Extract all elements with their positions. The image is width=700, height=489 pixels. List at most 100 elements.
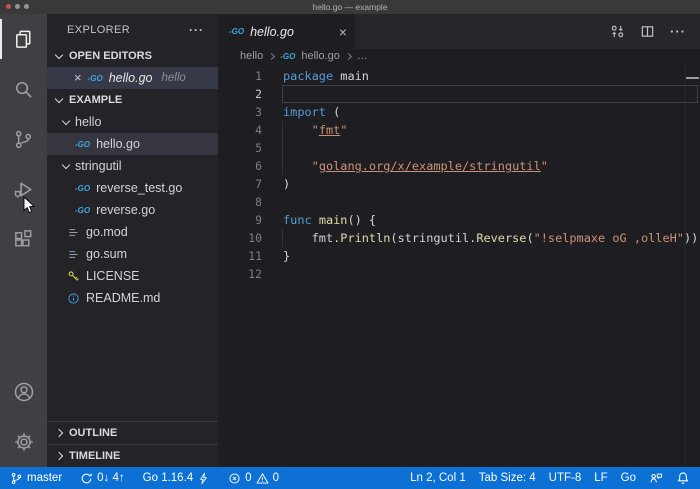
line-number[interactable]: 8 xyxy=(218,193,262,211)
tree-item-label: hello.go xyxy=(96,137,140,151)
line-number[interactable]: 3 xyxy=(218,103,262,121)
status-eol[interactable]: LF xyxy=(594,472,607,484)
tab-label: hello.go xyxy=(250,24,294,39)
close-window-button[interactable] xyxy=(6,4,11,9)
status-branch-indicator[interactable]: master xyxy=(10,472,62,485)
code-line-12[interactable]: 12 xyxy=(218,265,700,283)
line-number[interactable]: 9 xyxy=(218,211,262,229)
breadcrumb-file[interactable]: hello.go xyxy=(301,50,340,62)
code-line-10[interactable]: 10 fmt.Println(stringutil.Reverse("!selp… xyxy=(218,229,700,247)
example-section-header[interactable]: EXAMPLE xyxy=(47,89,218,111)
sync-icon xyxy=(80,472,93,485)
code-line-9[interactable]: 9 func main() { xyxy=(218,211,700,229)
chevron-right-icon xyxy=(344,52,352,61)
outline-label: OUTLINE xyxy=(69,427,118,439)
line-number[interactable]: 7 xyxy=(218,175,262,193)
open-editor-hello-go[interactable]: × -GO hello.go hello xyxy=(47,67,218,89)
tree-item-label: README.md xyxy=(86,291,161,305)
status-text: Tab Size: 4 xyxy=(478,472,536,484)
tree-item-folder-hello[interactable]: hello xyxy=(47,111,218,133)
status-problems[interactable]: 00 xyxy=(228,472,279,485)
line-number[interactable]: 1 xyxy=(218,67,262,85)
timeline-section-header[interactable]: TIMELINE xyxy=(47,444,218,467)
activity-source-control[interactable] xyxy=(0,114,47,164)
status-cursor-position[interactable]: Ln 2, Col 1 xyxy=(410,472,466,484)
line-number[interactable]: 2 xyxy=(218,85,262,103)
go-file-icon: -GO xyxy=(87,73,103,83)
status-sync-changes[interactable]: 0↓ 4↑ xyxy=(80,472,125,485)
outline-section-header[interactable]: OUTLINE xyxy=(47,421,218,444)
status-tab-size[interactable]: Tab Size: 4 xyxy=(479,472,536,484)
code-line-11[interactable]: 11} xyxy=(218,247,700,265)
tree-item-file-hello-go[interactable]: -GO hello.go xyxy=(47,133,218,155)
tree-item-folder-stringutil[interactable]: stringutil xyxy=(47,155,218,177)
chevron-right-icon xyxy=(54,451,64,461)
code-line-2[interactable]: 2 xyxy=(218,85,700,103)
line-number[interactable]: 6 xyxy=(218,157,262,175)
activity-bar xyxy=(0,14,47,467)
status-language-mode[interactable]: Go xyxy=(621,472,636,484)
split-editor-button[interactable] xyxy=(640,24,655,39)
status-encoding[interactable]: UTF-8 xyxy=(549,472,582,484)
activity-run-debug[interactable] xyxy=(0,164,47,214)
code-line-8[interactable]: 8 xyxy=(218,193,700,211)
open-editors-section-header[interactable]: OPEN EDITORS xyxy=(47,45,218,67)
tree-item-file-license[interactable]: LICENSE xyxy=(47,265,218,287)
activity-search[interactable] xyxy=(0,64,47,114)
breadcrumb-symbol[interactable]: … xyxy=(357,50,368,62)
tree-item-file-go-sum[interactable]: go.sum xyxy=(47,243,218,265)
open-changes-button[interactable] xyxy=(610,24,625,39)
explorer-more-actions-icon[interactable]: ··· xyxy=(189,23,204,37)
line-number[interactable]: 4 xyxy=(218,121,262,139)
close-icon[interactable]: × xyxy=(339,25,347,39)
line-number[interactable]: 12 xyxy=(218,265,262,283)
activity-extensions[interactable] xyxy=(0,214,47,264)
zoom-window-button[interactable] xyxy=(24,4,29,9)
bell-icon xyxy=(676,471,690,485)
readme-info-icon xyxy=(67,292,80,305)
code-line-1[interactable]: 1 package main xyxy=(218,67,700,85)
go-file-icon: -GO xyxy=(229,27,245,36)
tree-item-label: go.mod xyxy=(86,225,128,239)
code-editor[interactable]: 1 package main 2 3 import (4 "fmt" 5 6 "golang… xyxy=(218,63,700,467)
status-feedback[interactable] xyxy=(649,471,663,485)
tab-bar: -GO hello.go × ··· xyxy=(218,14,700,49)
bolt-icon xyxy=(197,472,210,485)
close-icon[interactable]: × xyxy=(74,71,82,84)
code-line-4[interactable]: 4 "fmt" xyxy=(218,121,700,139)
tree-item-file-reverse-test-go[interactable]: -GO reverse_test.go xyxy=(47,177,218,199)
status-go-version[interactable]: Go 1.16.4 xyxy=(143,472,211,485)
status-text: Ln 2, Col 1 xyxy=(410,472,466,484)
line-number[interactable]: 5 xyxy=(218,139,262,157)
code-line-7[interactable]: 7) xyxy=(218,175,700,193)
tree-item-file-reverse-go[interactable]: -GO reverse.go xyxy=(47,199,218,221)
license-key-icon xyxy=(67,270,80,283)
line-number[interactable]: 10 xyxy=(218,229,262,247)
code-line-5[interactable]: 5 xyxy=(218,139,700,157)
open-editor-decoration: hello xyxy=(161,72,186,84)
go-mod-icon xyxy=(67,226,80,239)
timeline-label: TIMELINE xyxy=(69,450,121,462)
status-text: Go 1.16.4 xyxy=(142,472,194,484)
status-notifications[interactable] xyxy=(676,471,690,485)
activity-account[interactable] xyxy=(0,367,47,417)
warning-triangle-icon xyxy=(256,472,269,485)
code-line-6[interactable]: 6 "golang.org/x/example/stringutil" xyxy=(218,157,700,175)
code-line-3[interactable]: 3 import ( xyxy=(218,103,700,121)
more-actions-button[interactable]: ··· xyxy=(670,24,686,39)
minimize-window-button[interactable] xyxy=(15,4,20,9)
run-debug-icon xyxy=(12,178,35,201)
breadcrumb-folder[interactable]: hello xyxy=(240,50,263,62)
tree-item-file-readme-md[interactable]: README.md xyxy=(47,287,218,309)
chevron-down-icon xyxy=(61,116,71,126)
sidebar-title: EXPLORER xyxy=(67,23,131,36)
tab-hello-go[interactable]: -GO hello.go × xyxy=(218,14,355,49)
line-number[interactable]: 11 xyxy=(218,247,262,265)
status-text: 0 xyxy=(272,472,279,484)
activity-explorer[interactable] xyxy=(0,14,47,64)
tree-item-file-go-mod[interactable]: go.mod xyxy=(47,221,218,243)
activity-settings[interactable] xyxy=(0,417,47,467)
chevron-down-icon xyxy=(61,160,71,170)
